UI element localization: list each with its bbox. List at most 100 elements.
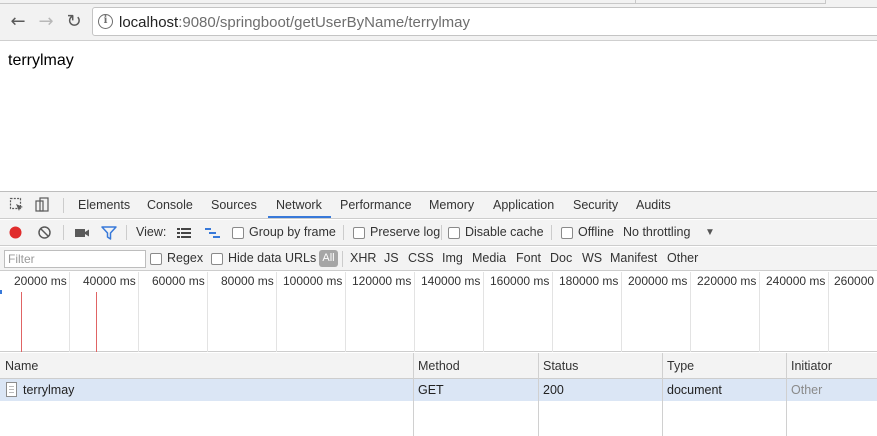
timeline-label: 100000 ms bbox=[283, 274, 343, 288]
column-method[interactable]: Method bbox=[418, 359, 460, 373]
preserve-log-label: Preserve log bbox=[370, 225, 441, 239]
clear-icon[interactable] bbox=[37, 225, 52, 240]
offline-checkbox[interactable] bbox=[561, 227, 573, 239]
hide-data-urls-checkbox[interactable] bbox=[211, 253, 223, 265]
divider bbox=[63, 225, 64, 240]
forward-arrow-icon[interactable]: → bbox=[34, 9, 58, 33]
timeline-overview[interactable]: 20000 ms 40000 ms 60000 ms 80000 ms 1000… bbox=[0, 272, 877, 352]
filter-input[interactable]: Filter bbox=[4, 250, 146, 268]
timeline-label: 180000 ms bbox=[559, 274, 619, 288]
url-path: :9080/springboot/getUserByName/terrylmay bbox=[178, 14, 470, 31]
timeline-gridline bbox=[138, 272, 139, 352]
table-row[interactable]: terrylmay GET 200 document Other bbox=[0, 379, 877, 401]
timeline-label: 200000 ms bbox=[628, 274, 688, 288]
large-rows-icon[interactable] bbox=[177, 227, 192, 239]
regex-checkbox[interactable] bbox=[150, 253, 162, 265]
devtools-panel: Elements Console Sources Network Perform… bbox=[0, 191, 877, 436]
timeline-label: 220000 ms bbox=[697, 274, 757, 288]
back-arrow-icon[interactable]: ← bbox=[6, 9, 30, 33]
timeline-label: 20000 ms bbox=[14, 274, 67, 288]
divider bbox=[551, 225, 552, 240]
url-host: localhost bbox=[119, 14, 179, 31]
timeline-gridline bbox=[345, 272, 346, 352]
divider bbox=[126, 225, 127, 240]
filter-other[interactable]: Other bbox=[667, 251, 698, 265]
timeline-label: 40000 ms bbox=[83, 274, 136, 288]
divider bbox=[342, 251, 343, 267]
filter-all-button[interactable]: All bbox=[319, 250, 338, 267]
tab-sources[interactable]: Sources bbox=[211, 198, 257, 212]
cell-name[interactable]: terrylmay bbox=[23, 383, 74, 397]
view-label: View: bbox=[136, 225, 167, 239]
filter-bar: Filter Regex Hide data URLs All XHR JS C… bbox=[0, 247, 877, 271]
tab-performance[interactable]: Performance bbox=[340, 198, 412, 212]
load-event-marker bbox=[96, 292, 97, 352]
screenshot-camera-icon[interactable] bbox=[74, 226, 90, 239]
column-initiator[interactable]: Initiator bbox=[791, 359, 832, 373]
tab-audits[interactable]: Audits bbox=[636, 198, 671, 212]
record-icon[interactable] bbox=[8, 225, 23, 240]
requests-table-header: Name Method Status Type Initiator bbox=[0, 353, 877, 379]
filter-ws[interactable]: WS bbox=[582, 251, 602, 265]
active-tab-indicator bbox=[268, 216, 331, 218]
hide-data-urls-label: Hide data URLs bbox=[228, 251, 317, 265]
browser-toolbar: ← → ↻ i localhost:9080/springboot/getUse… bbox=[0, 0, 877, 41]
chevron-down-icon[interactable]: ▼ bbox=[705, 227, 715, 238]
filter-funnel-icon[interactable] bbox=[101, 226, 117, 240]
timeline-gridline bbox=[69, 272, 70, 352]
filter-js[interactable]: JS bbox=[384, 251, 399, 265]
tab-security[interactable]: Security bbox=[573, 198, 618, 212]
browser-tab[interactable] bbox=[636, 0, 826, 4]
timeline-label: 140000 ms bbox=[421, 274, 481, 288]
column-status[interactable]: Status bbox=[543, 359, 578, 373]
filter-manifest[interactable]: Manifest bbox=[610, 251, 657, 265]
timeline-gridline bbox=[828, 272, 829, 352]
url-text[interactable]: localhost:9080/springboot/getUserByName/… bbox=[119, 14, 470, 31]
filter-img[interactable]: Img bbox=[442, 251, 463, 265]
column-type[interactable]: Type bbox=[667, 359, 694, 373]
timeline-gridline bbox=[207, 272, 208, 352]
tab-strip bbox=[0, 0, 877, 5]
tab-console[interactable]: Console bbox=[147, 198, 193, 212]
column-name[interactable]: Name bbox=[5, 359, 38, 373]
timeline-gridline bbox=[759, 272, 760, 352]
filter-xhr[interactable]: XHR bbox=[350, 251, 376, 265]
reload-icon[interactable]: ↻ bbox=[62, 9, 86, 33]
group-by-frame-checkbox[interactable] bbox=[232, 227, 244, 239]
timeline-gridline bbox=[276, 272, 277, 352]
inspect-element-icon[interactable] bbox=[9, 197, 25, 213]
cell-type: document bbox=[667, 383, 722, 397]
column-divider[interactable] bbox=[413, 353, 414, 436]
disable-cache-checkbox[interactable] bbox=[448, 227, 460, 239]
timeline-gridline bbox=[414, 272, 415, 352]
offline-label: Offline bbox=[578, 225, 614, 239]
info-icon[interactable]: i bbox=[98, 14, 113, 29]
cell-initiator: Other bbox=[791, 383, 823, 397]
column-divider[interactable] bbox=[662, 353, 663, 436]
document-icon bbox=[6, 382, 17, 397]
filter-font[interactable]: Font bbox=[516, 251, 541, 265]
browser-tab-active[interactable] bbox=[0, 0, 636, 4]
filter-doc[interactable]: Doc bbox=[550, 251, 572, 265]
preserve-log-checkbox[interactable] bbox=[353, 227, 365, 239]
timeline-label: 60000 ms bbox=[152, 274, 205, 288]
tab-memory[interactable]: Memory bbox=[429, 198, 474, 212]
timeline-gridline bbox=[552, 272, 553, 352]
timeline-label: 120000 ms bbox=[352, 274, 412, 288]
timeline-gridline bbox=[690, 272, 691, 352]
tab-network[interactable]: Network bbox=[276, 198, 322, 212]
divider bbox=[343, 225, 344, 240]
waterfall-overview-icon[interactable] bbox=[205, 227, 221, 239]
address-bar[interactable]: i localhost:9080/springboot/getUserByNam… bbox=[92, 7, 877, 36]
load-event-marker bbox=[21, 292, 22, 352]
filter-media[interactable]: Media bbox=[472, 251, 506, 265]
tab-elements[interactable]: Elements bbox=[78, 198, 130, 212]
timeline-gridline bbox=[621, 272, 622, 352]
timeline-label: 160000 ms bbox=[490, 274, 550, 288]
column-divider[interactable] bbox=[538, 353, 539, 436]
tab-application[interactable]: Application bbox=[493, 198, 554, 212]
throttling-select[interactable]: No throttling bbox=[623, 225, 690, 239]
device-toolbar-icon[interactable] bbox=[34, 197, 50, 213]
filter-css[interactable]: CSS bbox=[408, 251, 434, 265]
column-divider[interactable] bbox=[786, 353, 787, 436]
